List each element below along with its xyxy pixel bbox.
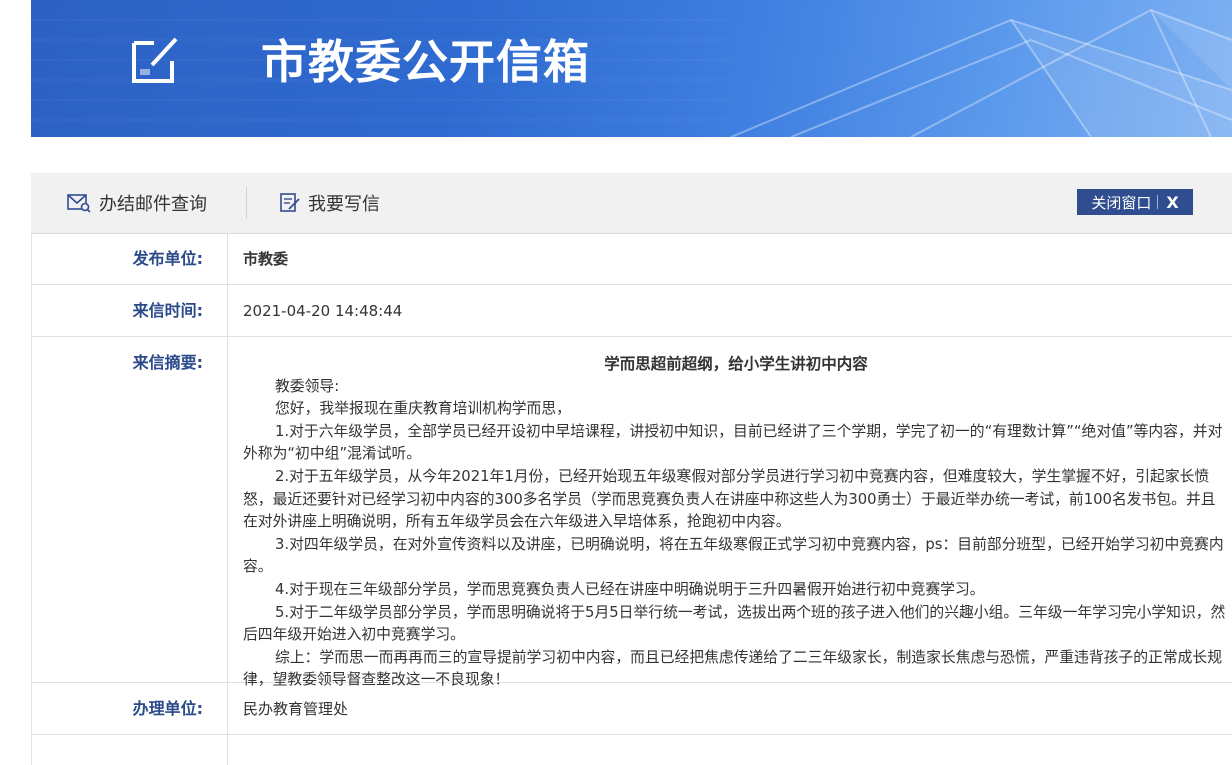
publisher-label: 发布单位: (32, 233, 228, 284)
next-row-label (32, 735, 228, 765)
time-value: 2021-04-20 14:48:44 (243, 302, 403, 320)
summary-paragraph: 5.对于二年级学员部分学员，学而思明确说将于5月5日举行统一考试，选拔出两个班的… (243, 603, 1226, 644)
summary-label: 来信摘要: (32, 337, 228, 682)
summary-row: 来信摘要: 学而思超前超纲，给小学生讲初中内容 教委领导: 您好，我举报现在重庆… (32, 337, 1232, 688)
summary-content: 学而思超前超纲，给小学生讲初中内容 教委领导: 您好，我举报现在重庆教育培训机构… (228, 337, 1232, 688)
summary-title: 学而思超前超纲，给小学生讲初中内容 (604, 355, 868, 373)
letter-detail-table: 发布单位: 市教委 来信时间: 2021-04-20 14:48:44 来信摘要… (31, 233, 1232, 765)
close-window-label: 关闭窗口 (1091, 193, 1152, 212)
summary-paragraph: 教委领导: (275, 377, 340, 395)
query-mail-button[interactable]: 办结邮件查询 (67, 173, 207, 233)
header-banner: 市教委公开信箱 (31, 0, 1232, 137)
write-letter-button[interactable]: 我要写信 (280, 173, 380, 233)
page-title: 市教委公开信箱 (261, 35, 590, 89)
envelope-decoration (31, 8, 1232, 137)
summary-paragraph: 4.对于现在三年级部分学员，学而思竞赛负责人已经在讲座中明确说明于三升四暑假开始… (275, 580, 985, 598)
next-row (32, 735, 1232, 765)
time-row: 来信时间: 2021-04-20 14:48:44 (32, 285, 1232, 337)
next-row-value (228, 735, 1232, 765)
mail-search-icon (67, 194, 91, 213)
summary-paragraph: 2.对于五年级学员，从今年2021年1月份，已经开始现五年级寒假对部分学员进行学… (243, 467, 1216, 531)
close-window-button[interactable]: 关闭窗口 X (1077, 189, 1193, 215)
summary-paragraph: 您好，我举报现在重庆教育培训机构学而思， (275, 400, 571, 418)
summary-paragraph: 1.对于六年级学员，全部学员已经开设初中早培课程，讲授初中知识，目前已经讲了三个… (243, 422, 1223, 463)
edit-icon (132, 37, 178, 83)
close-divider (1157, 195, 1159, 209)
publisher-value: 市教委 (243, 250, 289, 268)
query-mail-label: 办结邮件查询 (99, 194, 207, 215)
dept-row: 办理单位: 民办教育管理处 (32, 683, 1232, 735)
toolbar: 办结邮件查询 我要写信 关闭窗口 X (31, 173, 1232, 234)
time-label: 来信时间: (32, 285, 228, 336)
write-icon (280, 193, 300, 212)
close-icon: X (1166, 192, 1179, 212)
dept-value: 民办教育管理处 (243, 700, 349, 718)
toolbar-divider (246, 187, 247, 219)
write-letter-label: 我要写信 (308, 194, 380, 215)
summary-paragraph: 3.对四年级学员，在对外宣传资料以及讲座，已明确说明，将在五年级寒假正式学习初中… (243, 535, 1224, 576)
dept-label: 办理单位: (32, 683, 228, 734)
page: 市教委公开信箱 办结邮件查询 我要写信 关闭窗口 X 发布单位: 市教委 来信时… (31, 0, 1232, 765)
publisher-row: 发布单位: 市教委 (32, 233, 1232, 285)
